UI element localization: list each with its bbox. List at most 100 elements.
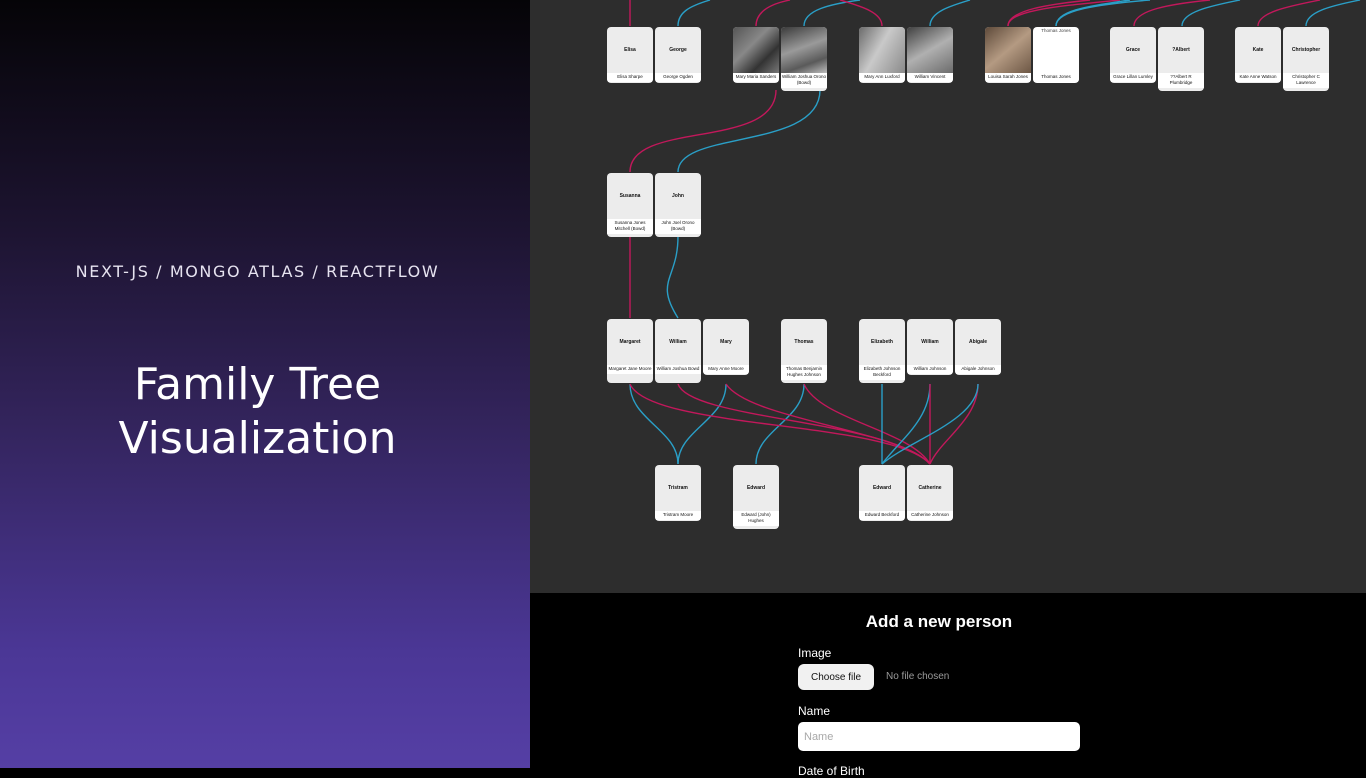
edge: [1257, 0, 1321, 27]
node-louisa-sarah-jones[interactable]: Louisa Sarah Jones: [985, 27, 1031, 83]
node-first-name: Mary: [720, 339, 732, 345]
node-full-name: Edward Beckford: [859, 511, 905, 520]
node-full-name: William Joshua Orono (Bowd): [781, 73, 827, 88]
node-full-name: Christopher C Lawrence: [1283, 73, 1329, 88]
node-full-name: Kate Anne Watson: [1235, 73, 1281, 82]
slide-title-line-1: Family Tree: [133, 359, 382, 410]
node-tristram[interactable]: Tristram Tristram Moore: [655, 465, 701, 521]
node-full-name: Margaret Jane Moore: [607, 365, 653, 374]
node-edward-beckford[interactable]: Edward Edward Beckford: [859, 465, 905, 521]
node-mary-moore[interactable]: Mary Mary Anne Moore: [703, 319, 749, 375]
node-first-name: William: [921, 339, 939, 345]
edge: [629, 89, 777, 173]
node-full-name: Edward (John) Hughes: [733, 511, 779, 526]
node-albert-plumbridge[interactable]: ?Albert ??Albert R Plumbridge: [1158, 27, 1204, 91]
node-first-name: Tristram: [668, 485, 688, 491]
add-person-form: Add a new person Image Choose file No fi…: [530, 593, 1366, 778]
node-kate-watson[interactable]: Kate Kate Anne Watson: [1235, 27, 1281, 83]
node-full-name: Susanna Jones Mitchell (Bowd): [607, 219, 653, 234]
node-william-johnson[interactable]: William William Johnson: [907, 319, 953, 375]
portrait-photo: [985, 27, 1031, 73]
node-full-name: John Joel Orono (Bowd): [655, 219, 701, 234]
node-first-name: Elizabeth: [871, 339, 893, 345]
node-full-name: George Ogden: [655, 73, 701, 82]
edge: [839, 0, 883, 27]
edge: [677, 383, 727, 465]
node-full-name: Mary Ann Luxford: [859, 73, 905, 82]
node-full-name: Elisa Sharpe: [607, 73, 653, 82]
node-full-name: Catherine Johnson: [907, 511, 953, 520]
node-george-ogden[interactable]: George George Ogden: [655, 27, 701, 83]
node-thomas-jones[interactable]: Thomas Jones Thomas Jones: [1033, 27, 1079, 83]
node-full-name: Elizabeth Johnson Beckford: [859, 365, 905, 380]
edge: [929, 0, 971, 27]
node-first-name: Susanna: [619, 193, 641, 199]
portrait-photo: [781, 27, 827, 73]
node-first-name: Abigale: [968, 339, 988, 345]
date-of-birth-label: Date of Birth: [798, 764, 865, 778]
node-christopher-lawrence[interactable]: Christopher Christopher C Lawrence: [1283, 27, 1329, 91]
node-first-name: Edward: [872, 485, 892, 491]
node-john[interactable]: John John Joel Orono (Bowd): [655, 173, 701, 237]
node-edward-hughes[interactable]: Edward Edward (John) Hughes: [733, 465, 779, 529]
node-full-name: William Johnson: [907, 365, 953, 374]
edge: [929, 383, 979, 465]
node-full-name: Mary Anne Moore: [703, 365, 749, 374]
node-first-name: ?Albert: [1172, 47, 1190, 53]
node-full-name: William Joshua Bowd: [655, 365, 701, 374]
no-file-status: No file chosen: [886, 671, 950, 682]
node-first-name: Kate: [1252, 47, 1264, 53]
node-mary-maria-sanders[interactable]: Mary Maria Sanders: [733, 27, 779, 83]
edge: [666, 235, 679, 319]
node-first-name: Edward: [746, 485, 766, 491]
node-first-name: Elisa: [624, 47, 636, 53]
family-tree-canvas[interactable]: Elisa Elisa Sharpe George George Ogden M…: [530, 0, 1366, 593]
node-full-name: Louisa Sarah Jones: [985, 73, 1031, 82]
node-mary-ann-luxford[interactable]: Mary Ann Luxford: [859, 27, 905, 83]
image-alt-text: Thomas Jones: [1041, 28, 1071, 33]
node-first-name: William: [669, 339, 687, 345]
edge: [629, 383, 679, 465]
node-full-name: Grace Lillan Lumley: [1110, 73, 1156, 82]
edge: [677, 89, 821, 173]
node-first-name: George: [669, 47, 687, 53]
node-grace-lumley[interactable]: Grace Grace Lillan Lumley: [1110, 27, 1156, 83]
edge: [755, 0, 791, 27]
node-catherine[interactable]: Catherine Catherine Johnson: [907, 465, 953, 521]
node-elisa-sharpe[interactable]: Elisa Elisa Sharpe: [607, 27, 653, 83]
node-full-name: Abigale Johnson: [955, 365, 1001, 374]
portrait-photo: [907, 27, 953, 73]
image-label: Image: [798, 646, 832, 660]
node-thomas-hughes[interactable]: Thomas Thomas Benjamin Hughes Johnson: [781, 319, 827, 383]
node-first-name: John: [672, 193, 684, 199]
node-first-name: Catherine: [918, 485, 942, 491]
node-full-name: Tristram Moore: [655, 511, 701, 520]
node-elizabeth[interactable]: Elizabeth Elizabeth Johnson Beckford: [859, 319, 905, 383]
portrait-photo: [859, 27, 905, 73]
edge: [881, 383, 931, 465]
name-label: Name: [798, 704, 831, 718]
node-full-name: Mary Maria Sanders: [733, 73, 779, 82]
node-first-name: Grace: [1125, 47, 1141, 53]
edge: [1305, 0, 1361, 27]
node-full-name: William Vincent: [907, 73, 953, 82]
slide-panel: NEXT-JS / MONGO ATLAS / REACTFLOW Family…: [0, 0, 530, 768]
node-full-name: ??Albert R Plumbridge: [1158, 73, 1204, 88]
node-abigale[interactable]: Abigale Abigale Johnson: [955, 319, 1001, 375]
portrait-photo: [733, 27, 779, 73]
node-william-vincent[interactable]: William Vincent: [907, 27, 953, 83]
node-full-name: Thomas Benjamin Hughes Johnson: [781, 365, 827, 380]
node-william-bowd[interactable]: William William Joshua Bowd: [655, 319, 701, 383]
choose-file-button[interactable]: Choose file: [798, 664, 874, 690]
node-first-name: Christopher: [1291, 47, 1321, 53]
slide-title: Family Tree Visualization: [0, 358, 515, 466]
node-first-name: Thomas: [794, 339, 814, 345]
edge: [677, 0, 711, 27]
node-susanna[interactable]: Susanna Susanna Jones Mitchell (Bowd): [607, 173, 653, 237]
slide-title-line-2: Visualization: [118, 413, 397, 464]
node-william-joshua-orono[interactable]: William Joshua Orono (Bowd): [781, 27, 827, 91]
name-input[interactable]: [798, 722, 1080, 751]
node-margaret[interactable]: Margaret Margaret Jane Moore: [607, 319, 653, 383]
node-first-name: Margaret: [619, 339, 641, 345]
edge: [1133, 0, 1211, 27]
